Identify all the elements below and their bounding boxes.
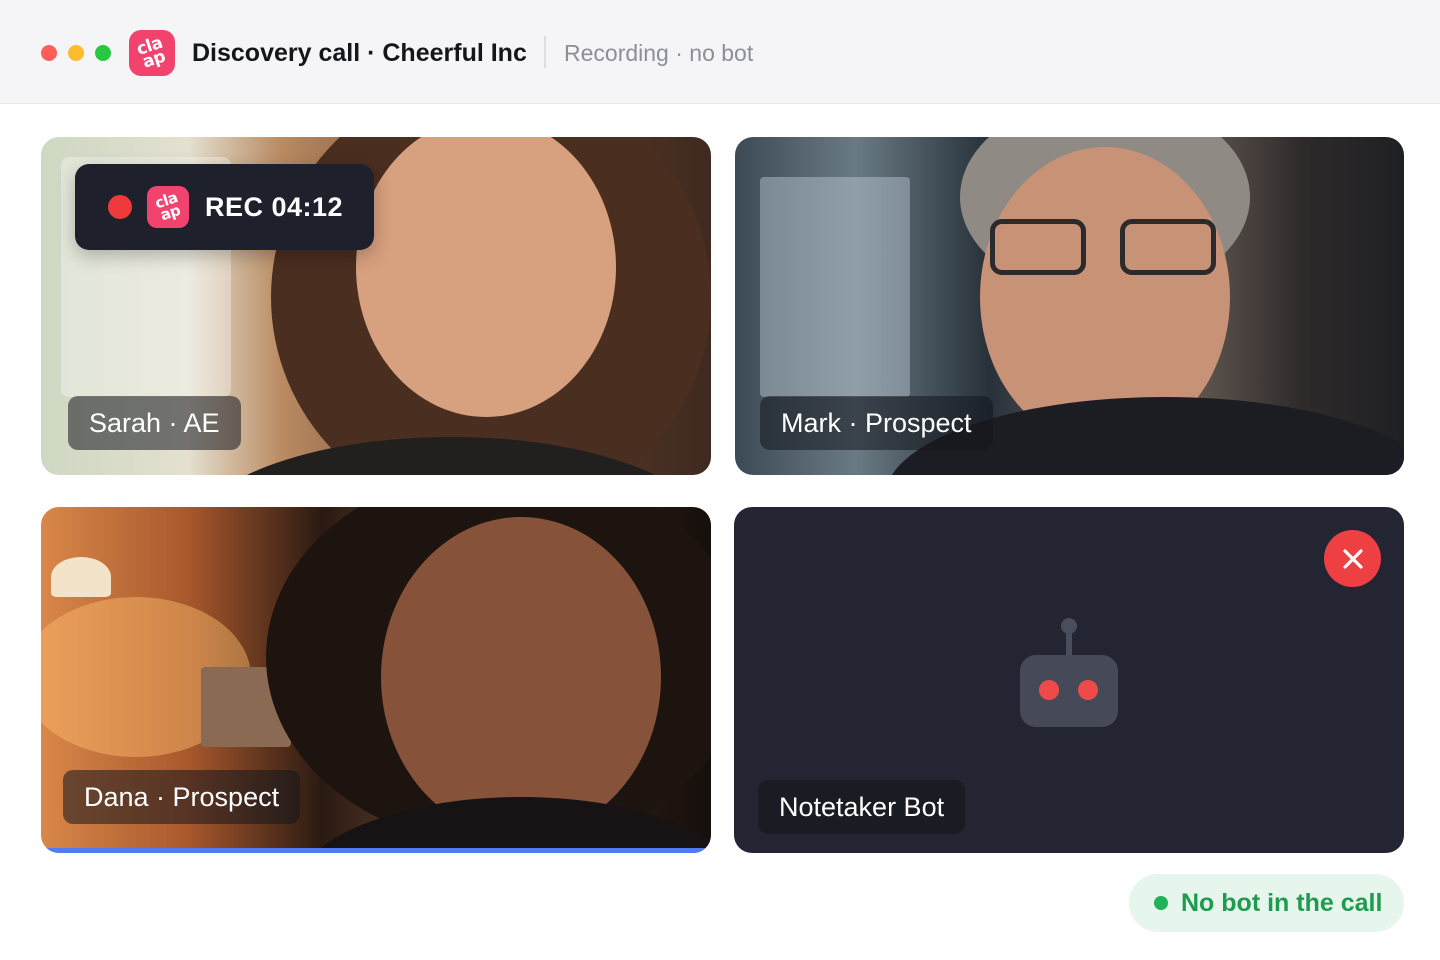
recording-timer: REC 04:12 — [205, 192, 344, 222]
window-titlebar: cla ap Discovery call · Cheerful Inc Reco… — [0, 0, 1440, 104]
participant-name-tag: Notetaker Bot — [758, 780, 966, 834]
recording-indicator: cla ap REC 04:12 — [75, 164, 374, 250]
background-lamp — [51, 557, 111, 597]
glasses-icon — [990, 219, 1086, 275]
status-dot-icon — [1154, 896, 1168, 910]
participant-name-tag: Mark · Prospect — [760, 396, 993, 450]
glasses-icon — [1120, 219, 1216, 275]
claap-logo-icon: cla ap — [147, 186, 189, 228]
bot-status-text: No bot in the call — [1181, 889, 1383, 917]
video-tile-dana[interactable]: Dana · Prospect — [41, 507, 711, 853]
call-title: Discovery call · Cheerful Inc — [192, 39, 527, 67]
active-speaker-indicator — [41, 848, 711, 853]
background-office — [760, 177, 910, 397]
close-window-button[interactable] — [41, 45, 57, 61]
minimize-window-button[interactable] — [68, 45, 84, 61]
claap-logo-icon: cla ap — [129, 30, 175, 76]
close-icon — [1342, 548, 1363, 569]
remove-bot-button[interactable] — [1324, 530, 1381, 587]
recording-dot-icon — [108, 195, 132, 219]
title-divider — [544, 36, 546, 68]
bot-status-chip: No bot in the call — [1129, 874, 1404, 932]
video-tile-mark[interactable]: Mark · Prospect — [735, 137, 1404, 475]
call-status: Recording · no bot — [564, 40, 754, 66]
participant-name-tag: Sarah · AE — [68, 396, 241, 450]
participant-name-tag: Dana · Prospect — [63, 770, 301, 824]
maximize-window-button[interactable] — [95, 45, 111, 61]
video-tile-notetaker-bot[interactable]: Notetaker Bot — [734, 507, 1404, 853]
participant-face — [381, 517, 661, 837]
robot-icon — [1020, 618, 1118, 727]
